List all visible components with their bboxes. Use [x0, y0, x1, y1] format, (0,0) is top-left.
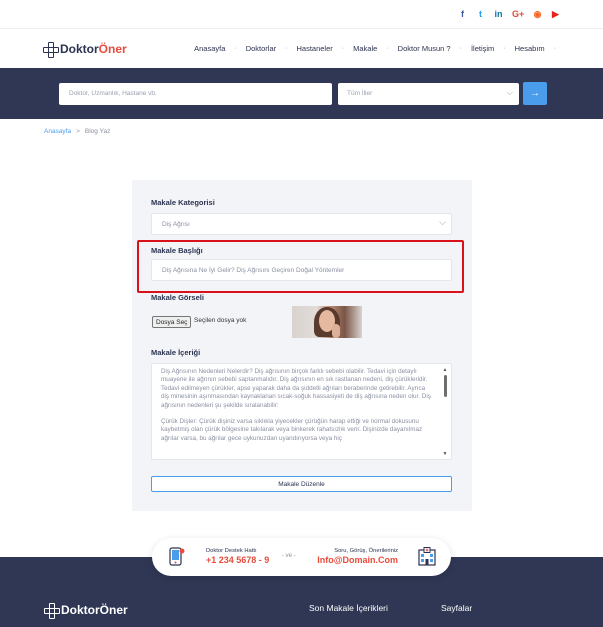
- breadcrumb: Anasayfa > Blog Yaz: [0, 119, 603, 143]
- content-textarea[interactable]: Diş Ağrısının Nedenleri Nelerdir? Diş ağ…: [151, 363, 452, 460]
- support-phone-label: Doktor Destek Hattı: [206, 548, 257, 554]
- chevron-down-icon: ⌵: [439, 217, 446, 227]
- content-paragraph: Diş Ağrısının Nedenleri Nelerdir? Diş ağ…: [161, 368, 431, 409]
- phone-support-icon: [169, 547, 185, 566]
- nav-separator: ·: [341, 45, 345, 52]
- support-bar: Doktor Destek Hattı +1 234 5678 - 9 - ve…: [152, 538, 451, 576]
- support-email-label: Soru, Görüş, Önerileriniz: [334, 548, 398, 554]
- site-header: Doktor Öner Anasayfa · Doktorlar · Hasta…: [0, 28, 603, 68]
- title-field-highlight: [137, 240, 464, 293]
- nav-separator: ·: [503, 45, 506, 52]
- cross-logo-icon: [43, 41, 59, 58]
- nav-item-hesabim[interactable]: Hesabım: [510, 44, 550, 53]
- category-value: Diş Ağrısı: [162, 220, 190, 228]
- nav-item-iletisim[interactable]: İletişim: [466, 44, 499, 53]
- nav-item-doktor-musun[interactable]: Doktor Musun ?: [393, 44, 456, 53]
- nav-separator: ·: [553, 45, 556, 52]
- support-phone-block: Doktor Destek Hattı +1 234 5678 - 9: [206, 548, 269, 565]
- scroll-up-icon[interactable]: ▲: [442, 367, 448, 373]
- nav-item-makale[interactable]: Makale: [348, 44, 382, 53]
- textarea-scrollbar[interactable]: ▲ ▼: [442, 367, 448, 457]
- google-plus-icon[interactable]: G+: [512, 9, 524, 19]
- footer-pages-title: Sayfalar: [441, 603, 473, 613]
- support-email-address[interactable]: Info@Domain.Com: [317, 555, 398, 565]
- hospital-icon: [418, 547, 436, 566]
- scroll-thumb[interactable]: [443, 375, 447, 397]
- category-select[interactable]: Diş Ağrısı ⌵: [151, 213, 452, 235]
- search-input[interactable]: Doktor, Uzmanlık, Hastane vb.: [59, 82, 332, 105]
- site-logo[interactable]: Doktor Öner: [43, 41, 127, 58]
- logo-main-text: Doktor: [60, 41, 99, 56]
- footer-logo-main: Doktor: [61, 603, 100, 617]
- nav-separator: ·: [285, 45, 288, 52]
- cross-logo-icon: [44, 603, 60, 619]
- city-select-value: Tüm İller: [347, 90, 373, 97]
- footer-logo[interactable]: Doktor Öner: [44, 603, 128, 619]
- nav-separator: ·: [459, 45, 462, 52]
- nav-item-anasayfa[interactable]: Anasayfa: [189, 44, 230, 53]
- nav-item-doktorlar[interactable]: Doktorlar: [241, 44, 281, 53]
- chevron-down-icon: ⌵: [506, 87, 513, 97]
- nav-separator: ·: [386, 45, 389, 52]
- breadcrumb-current: Blog Yaz: [84, 127, 111, 135]
- choose-file-button[interactable]: Dosya Seç: [152, 316, 192, 328]
- city-select[interactable]: Tüm İller ⌵: [338, 82, 519, 105]
- edit-article-button[interactable]: Makale Düzenle: [151, 476, 452, 492]
- category-label: Makale Kategorisi: [151, 198, 215, 207]
- footer-recent-articles-title: Son Makale İçerikleri: [309, 603, 388, 613]
- article-form: Makale Kategorisi Diş Ağrısı ⌵ Makale Ba…: [132, 180, 472, 511]
- youtube-icon[interactable]: ▶: [551, 9, 560, 20]
- file-status: Seçilen dosya yok: [194, 317, 247, 324]
- search-button[interactable]: →: [523, 82, 547, 105]
- article-image-thumbnail: [292, 306, 362, 338]
- main-nav: Anasayfa · Doktorlar · Hastaneler · Maka…: [189, 44, 560, 53]
- footer-logo-accent: Öner: [99, 603, 128, 617]
- content-paragraph: Çürük Dişler: Çürük dişiniz varsa sıklık…: [161, 418, 423, 442]
- image-label: Makale Görseli: [151, 293, 204, 302]
- breadcrumb-home[interactable]: Anasayfa: [44, 128, 71, 135]
- scroll-down-icon[interactable]: ▼: [442, 451, 448, 457]
- support-phone-number[interactable]: +1 234 5678 - 9: [206, 555, 269, 565]
- logo-accent-text: Öner: [98, 41, 127, 56]
- rss-icon[interactable]: ◉: [533, 9, 542, 20]
- breadcrumb-separator: >: [76, 127, 80, 135]
- support-and-text: - ve -: [282, 553, 296, 559]
- linkedin-icon[interactable]: in: [494, 9, 503, 19]
- search-band: Doktor, Uzmanlık, Hastane vb. Tüm İller …: [0, 68, 603, 119]
- content-label: Makale İçeriği: [151, 348, 201, 357]
- support-email-block: Soru, Görüş, Önerileriniz Info@Domain.Co…: [317, 548, 398, 565]
- facebook-icon[interactable]: f: [458, 9, 467, 19]
- nav-separator: ·: [234, 45, 237, 52]
- nav-item-hastaneler[interactable]: Hastaneler: [292, 44, 338, 53]
- social-bar: f t in G+ ◉ ▶: [0, 0, 603, 28]
- twitter-icon[interactable]: t: [476, 9, 485, 19]
